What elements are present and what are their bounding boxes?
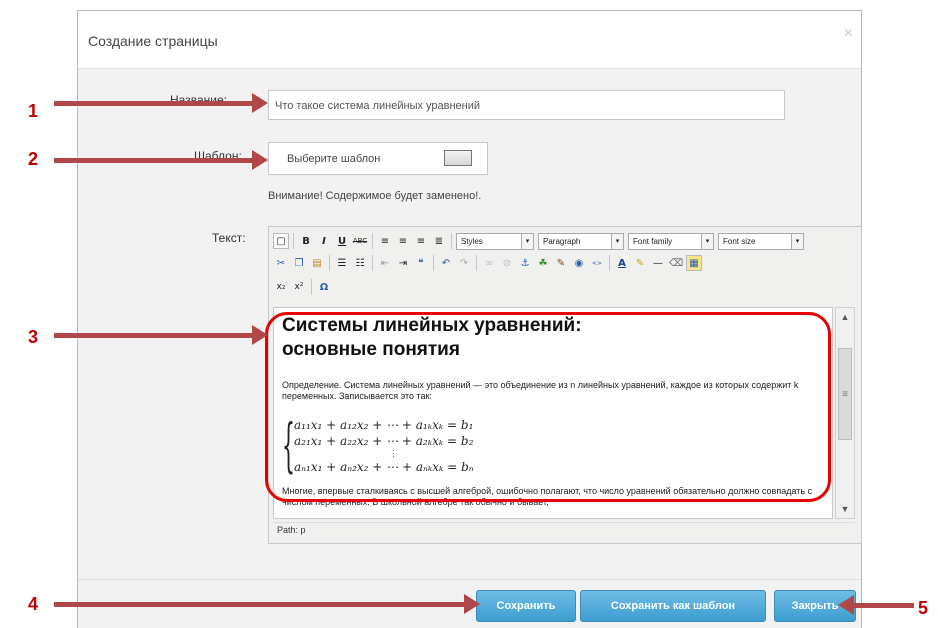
save-button[interactable]: Сохранить bbox=[476, 590, 576, 622]
cut-icon[interactable]: ✂ bbox=[273, 255, 289, 271]
toolbar-separator bbox=[451, 233, 452, 249]
toolbar-separator bbox=[329, 255, 330, 271]
toolbar-separator bbox=[372, 255, 373, 271]
superscript-button[interactable]: x² bbox=[291, 279, 307, 295]
toolbar-separator bbox=[433, 255, 434, 271]
align-left-icon[interactable]: ≡ bbox=[377, 233, 393, 249]
numbered-list-icon[interactable]: ☷ bbox=[352, 255, 368, 271]
text-color-icon[interactable]: A bbox=[614, 255, 630, 271]
annotation-arrow-2 bbox=[54, 150, 268, 170]
styles-select[interactable]: Styles ▾ bbox=[456, 232, 534, 250]
annotation-number-1: 1 bbox=[28, 101, 39, 121]
font-size-select[interactable]: Font size ▾ bbox=[718, 232, 804, 250]
text-label: Текст: bbox=[212, 231, 246, 245]
page-name-input[interactable]: Что такое система линейных уравнений bbox=[268, 90, 785, 120]
close-icon[interactable]: × bbox=[844, 25, 853, 43]
editor-scrollbar[interactable]: ▲ ≡ ▼ bbox=[835, 307, 855, 519]
redo-icon[interactable]: ↷ bbox=[456, 255, 472, 271]
annotation-number-3: 3 bbox=[28, 327, 39, 347]
toolbar-row-1: ▢ B I U ABC ≡ ≡ ≡ ≣ Styles ▾ Paragraph ▾… bbox=[273, 231, 808, 251]
align-right-icon[interactable]: ≡ bbox=[413, 233, 429, 249]
template-select-text: Выберите шаблон bbox=[287, 153, 381, 165]
strikethrough-button[interactable]: ABC bbox=[352, 233, 368, 249]
toolbar-row-2: ✂ ❐ ▤ ☰ ☷ ⇤ ⇥ ❝ ↶ ↷ ∞ ⊘ ⚓ ☘ ✎ ◉ <> A ✎ —… bbox=[273, 253, 704, 273]
copy-icon[interactable]: ❐ bbox=[291, 255, 307, 271]
font-family-select[interactable]: Font family ▾ bbox=[628, 232, 714, 250]
cleanup-icon[interactable]: ✎ bbox=[553, 255, 569, 271]
chevron-down-icon: ▾ bbox=[791, 233, 803, 249]
new-document-icon[interactable]: ▢ bbox=[273, 233, 289, 249]
subscript-button[interactable]: x₂ bbox=[273, 279, 289, 295]
italic-button[interactable]: I bbox=[316, 233, 332, 249]
help-icon[interactable]: ◉ bbox=[571, 255, 587, 271]
align-justify-icon[interactable]: ≣ bbox=[431, 233, 447, 249]
anchor-icon[interactable]: ⚓ bbox=[517, 255, 533, 271]
template-select[interactable]: Выберите шаблон bbox=[268, 142, 488, 175]
undo-icon[interactable]: ↶ bbox=[438, 255, 454, 271]
horizontal-rule-icon[interactable]: — bbox=[650, 255, 666, 271]
chevron-down-icon: ▾ bbox=[611, 233, 623, 249]
font-family-select-text: Font family bbox=[633, 236, 673, 246]
blockquote-icon[interactable]: ❝ bbox=[413, 255, 429, 271]
bullet-list-icon[interactable]: ☰ bbox=[334, 255, 350, 271]
annotation-number-2: 2 bbox=[28, 149, 39, 169]
special-char-button[interactable]: Ω bbox=[316, 279, 332, 295]
highlight-color-icon[interactable]: ✎ bbox=[632, 255, 648, 271]
annotation-number-5: 5 bbox=[918, 598, 929, 618]
template-select-button[interactable] bbox=[444, 150, 472, 166]
annotation-arrow-3 bbox=[54, 325, 268, 345]
paragraph-select[interactable]: Paragraph ▾ bbox=[538, 232, 624, 250]
underline-button[interactable]: U bbox=[334, 233, 350, 249]
annotation-arrow-1 bbox=[54, 93, 268, 113]
html-source-icon[interactable]: <> bbox=[589, 255, 605, 271]
toolbar-separator bbox=[372, 233, 373, 249]
styles-select-text: Styles bbox=[461, 236, 483, 246]
editor-path-bar: Path: p bbox=[273, 522, 855, 538]
chevron-down-icon: ▾ bbox=[521, 233, 533, 249]
chevron-down-icon: ▾ bbox=[701, 233, 713, 249]
toolbar-row-3: x₂ x² Ω bbox=[273, 277, 334, 297]
toolbar-separator bbox=[476, 255, 477, 271]
align-center-icon[interactable]: ≡ bbox=[395, 233, 411, 249]
annotation-number-4: 4 bbox=[28, 594, 39, 614]
paste-icon[interactable]: ▤ bbox=[309, 255, 325, 271]
link-icon[interactable]: ∞ bbox=[481, 255, 497, 271]
annotation-arrow-5 bbox=[838, 595, 914, 615]
annotation-arrow-4 bbox=[54, 594, 480, 614]
template-warning: Внимание! Содержимое будет заменено!. bbox=[268, 190, 482, 202]
toolbar-separator bbox=[293, 233, 294, 249]
dialog-header: Создание страницы × bbox=[78, 11, 861, 69]
scroll-thumb[interactable]: ≡ bbox=[838, 348, 852, 440]
content-highlight bbox=[265, 312, 831, 502]
indent-icon[interactable]: ⇥ bbox=[395, 255, 411, 271]
paragraph-select-text: Paragraph bbox=[543, 236, 581, 246]
table-icon[interactable]: ▦ bbox=[686, 255, 702, 271]
save-as-template-button[interactable]: Сохранить как шаблон bbox=[580, 590, 766, 622]
toolbar-separator bbox=[609, 255, 610, 271]
toolbar-separator bbox=[311, 279, 312, 295]
bold-button[interactable]: B bbox=[298, 233, 314, 249]
unlink-icon[interactable]: ⊘ bbox=[499, 255, 515, 271]
scroll-down-icon[interactable]: ▼ bbox=[836, 500, 854, 518]
scroll-up-icon[interactable]: ▲ bbox=[836, 308, 854, 326]
font-size-select-text: Font size bbox=[723, 236, 756, 246]
outdent-icon[interactable]: ⇤ bbox=[377, 255, 393, 271]
dialog-title: Создание страницы bbox=[88, 33, 218, 49]
image-icon[interactable]: ☘ bbox=[535, 255, 551, 271]
remove-format-icon[interactable]: ⌫ bbox=[668, 255, 684, 271]
